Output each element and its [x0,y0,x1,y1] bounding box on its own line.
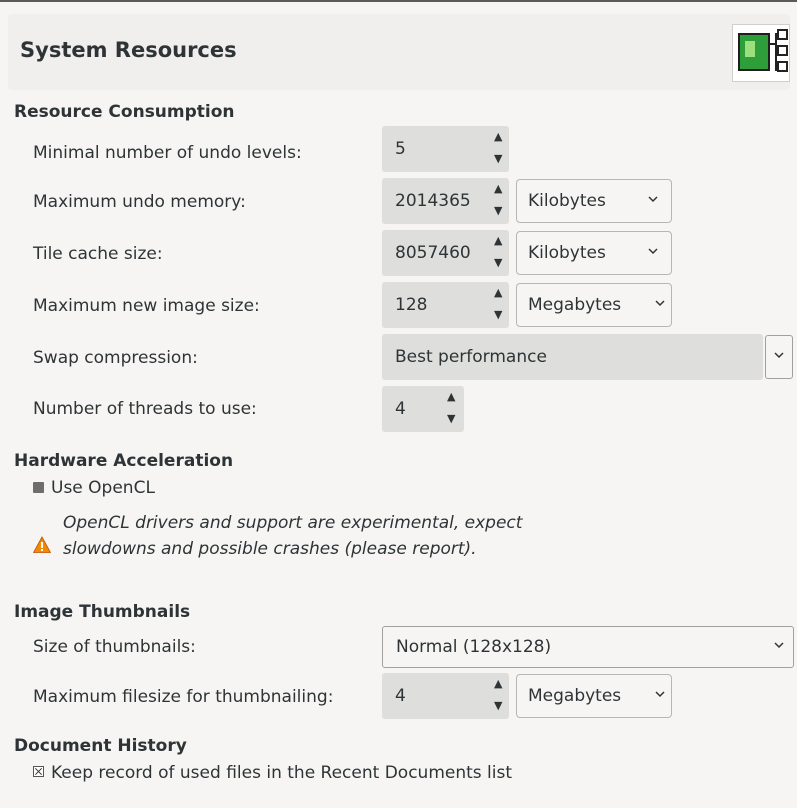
section-image-thumbnails: Image Thumbnails [14,602,191,622]
new-image-size-unit: Megabytes [528,295,622,315]
undo-memory-value: 2014365 [395,191,471,211]
system-resources-icon [732,24,790,82]
increment-arrow-icon[interactable]: ▲ [494,284,502,302]
chevron-down-icon [655,300,665,307]
undo-levels-spinbutton[interactable]: 5 ▲ ▼ [382,126,509,172]
opencl-warning-text: OpenCL drivers and support are experimen… [63,513,523,559]
chevron-down-icon [648,196,658,203]
thumbnail-size-select[interactable]: Normal (128x128) [382,626,794,668]
top-border [0,0,797,2]
chevron-down-icon [774,642,784,649]
decrement-arrow-icon[interactable]: ▼ [494,254,502,272]
warning-icon [33,536,51,553]
decrement-arrow-icon[interactable]: ▼ [494,306,502,324]
undo-memory-unit: Kilobytes [528,191,606,211]
undo-memory-spinbutton[interactable]: 2014365 ▲ ▼ [382,178,509,224]
threads-value: 4 [395,399,406,419]
tile-cache-unit: Kilobytes [528,243,606,263]
swap-compression-label: Swap compression: [33,348,198,368]
increment-arrow-icon[interactable]: ▲ [494,180,502,198]
swap-compression-dropdown-button[interactable] [765,335,793,379]
new-image-size-value: 128 [395,295,428,315]
use-opencl-label: Use OpenCL [51,478,155,498]
chevron-down-icon [655,691,665,698]
max-filesize-label: Maximum filesize for thumbnailing: [33,687,334,707]
decrement-arrow-icon[interactable]: ▼ [447,410,455,428]
new-image-size-unit-select[interactable]: Megabytes [516,283,672,327]
chevron-down-icon [774,352,784,359]
section-document-history: Document History [14,736,187,756]
swap-compression-value: Best performance [395,347,547,367]
undo-levels-label: Minimal number of undo levels: [33,143,302,163]
keep-record-label: Keep record of used files in the Recent … [51,763,513,783]
max-filesize-unit: Megabytes [528,686,622,706]
threads-label: Number of threads to use: [33,399,257,419]
tile-cache-label: Tile cache size: [33,244,163,264]
decrement-arrow-icon[interactable]: ▼ [494,697,502,715]
new-image-size-spinbutton[interactable]: 128 ▲ ▼ [382,282,509,328]
decrement-arrow-icon[interactable]: ▼ [494,202,502,220]
checkbox-checked-icon [33,766,44,777]
thumbnail-size-value: Normal (128x128) [396,637,552,657]
section-hardware-acceleration: Hardware Acceleration [14,451,234,471]
increment-arrow-icon[interactable]: ▲ [494,128,502,146]
max-filesize-value: 4 [395,686,406,706]
chevron-down-icon [648,248,658,255]
new-image-size-label: Maximum new image size: [33,296,260,316]
tile-cache-unit-select[interactable]: Kilobytes [516,231,672,275]
section-resource-consumption: Resource Consumption [14,102,235,122]
page-title: System Resources [20,38,237,62]
max-filesize-spinbutton[interactable]: 4 ▲ ▼ [382,673,509,719]
undo-memory-label: Maximum undo memory: [33,192,246,212]
checkbox-icon [33,482,44,493]
increment-arrow-icon[interactable]: ▲ [494,232,502,250]
page-header: System Resources [8,14,790,90]
thumbnail-size-label: Size of thumbnails: [33,637,196,657]
undo-memory-unit-select[interactable]: Kilobytes [516,179,672,223]
tile-cache-value: 8057460 [395,243,471,263]
max-filesize-unit-select[interactable]: Megabytes [516,674,672,718]
increment-arrow-icon[interactable]: ▲ [494,675,502,693]
decrement-arrow-icon[interactable]: ▼ [494,150,502,168]
swap-compression-entry[interactable]: Best performance [382,334,763,380]
undo-levels-value: 5 [395,139,406,159]
increment-arrow-icon[interactable]: ▲ [447,388,455,406]
threads-spinbutton[interactable]: 4 ▲ ▼ [382,386,464,432]
tile-cache-spinbutton[interactable]: 8057460 ▲ ▼ [382,230,509,276]
